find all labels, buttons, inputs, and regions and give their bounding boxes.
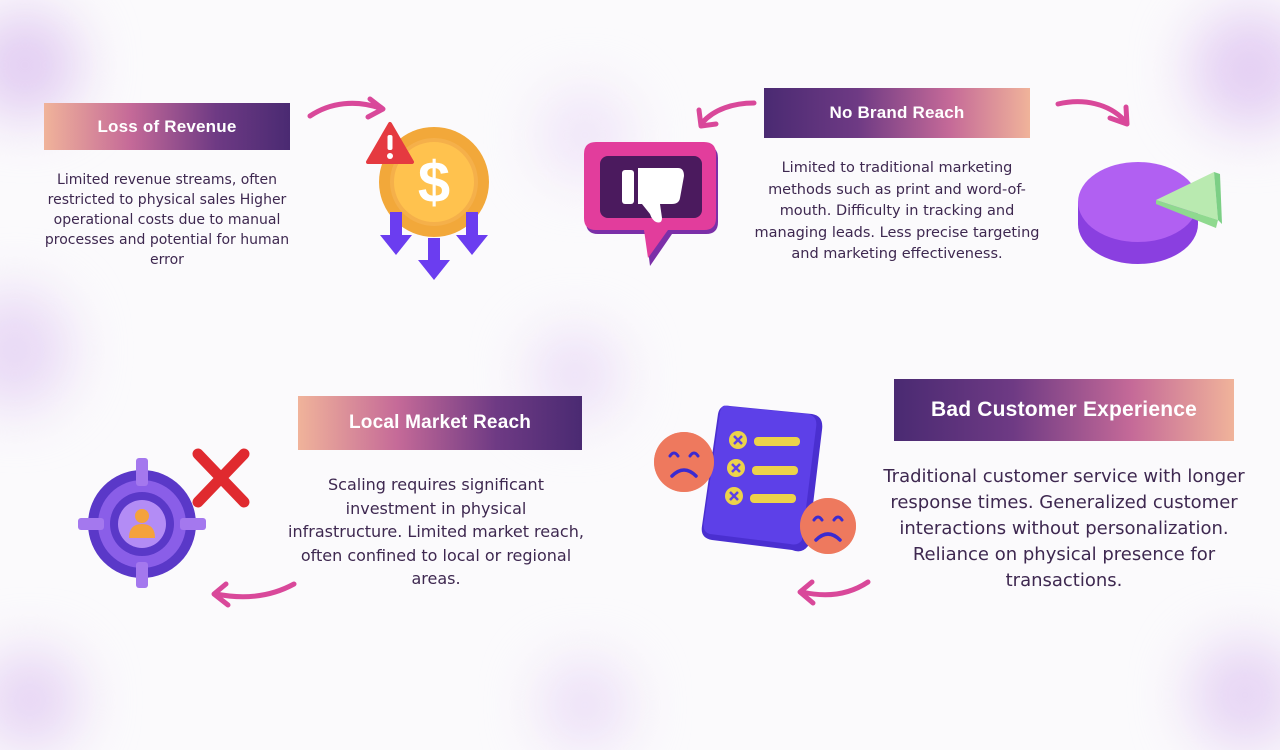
background-blob <box>1190 640 1280 750</box>
arrow-left-icon <box>211 581 297 608</box>
background-blob <box>540 660 630 750</box>
no-brand-reach-title: No Brand Reach <box>829 103 965 122</box>
local-market-reach-description: Scaling requires significant investment … <box>288 475 584 588</box>
background-blob <box>0 290 70 410</box>
bad-customer-experience-title: Bad Customer Experience <box>930 398 1198 421</box>
bad-customer-experience-banner: Bad Customer Experience <box>894 379 1234 441</box>
pie-chart-icon <box>1078 162 1222 264</box>
background-blob <box>0 650 80 750</box>
arrow-left-icon <box>797 579 871 606</box>
loss-of-revenue-description: Limited revenue streams, often restricte… <box>44 172 290 268</box>
local-market-reach-title: Local Market Reach <box>348 412 532 433</box>
bad-customer-experience-description: Traditional customer service with longer… <box>883 466 1245 591</box>
loss-of-revenue-banner: Loss of Revenue <box>44 103 290 150</box>
arrow-left-icon <box>696 100 757 129</box>
target-user-crossed-icon <box>78 448 250 588</box>
local-market-reach-banner: Local Market Reach <box>298 396 582 450</box>
background-blob <box>1190 10 1280 130</box>
svg-text:$: $ <box>418 150 450 215</box>
arrow-right-icon <box>1055 99 1130 127</box>
no-brand-reach-description: Limited to traditional marketing methods… <box>754 160 1040 262</box>
no-brand-reach-banner: No Brand Reach <box>764 88 1030 138</box>
thumbs-down-speech-bubble-icon <box>584 142 718 266</box>
sad-receipt-icon <box>654 405 856 554</box>
dollar-coin-warning-icon: $ <box>366 122 489 280</box>
loss-of-revenue-title: Loss of Revenue <box>97 116 237 136</box>
